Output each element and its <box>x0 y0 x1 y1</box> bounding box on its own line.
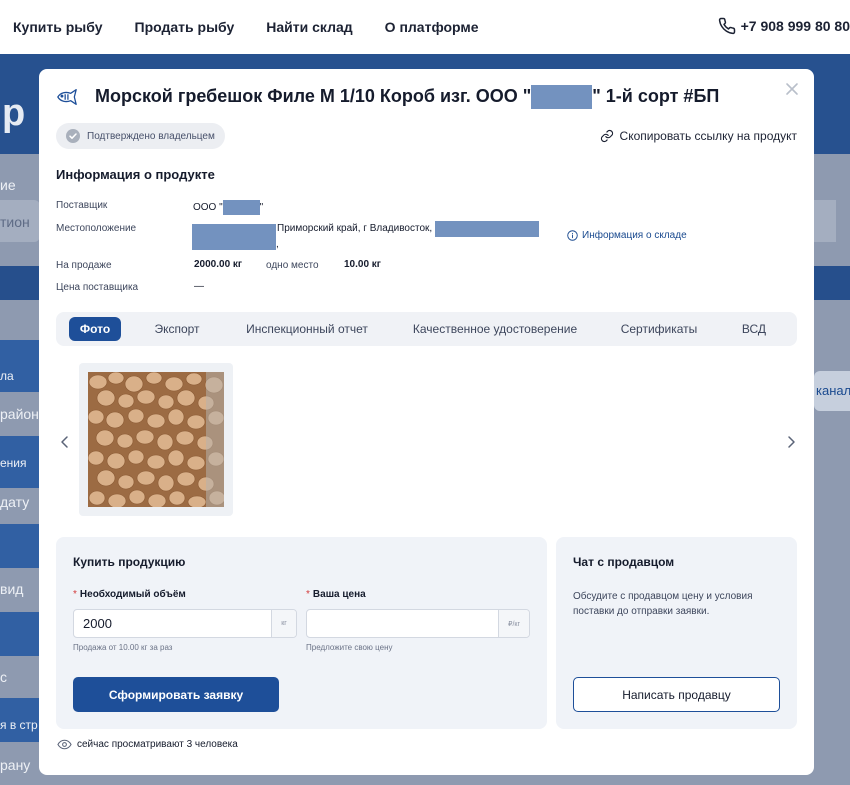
bg-text-fragment: рану <box>0 757 31 773</box>
required-marker: * <box>306 589 310 600</box>
title-prefix: Морской гребешок Филе М 1/10 Короб изг. … <box>95 85 532 106</box>
supplier-value: ООО " " <box>193 200 263 215</box>
location-label: Местоположение <box>56 223 137 234</box>
volume-label: * Необходимый объём <box>73 589 186 600</box>
eye-icon <box>57 739 72 750</box>
chat-panel-title: Чат с продавцом <box>573 555 675 569</box>
link-icon <box>600 129 613 143</box>
nav-about-platform[interactable]: О платформе <box>385 19 479 35</box>
redacted-block <box>435 221 539 237</box>
write-seller-button[interactable]: Написать продавцу <box>573 677 780 712</box>
volume-unit: кг <box>271 610 296 637</box>
price-field: ₽/кг <box>306 609 530 638</box>
product-photo-thumbnail[interactable] <box>79 363 233 516</box>
phone-icon <box>718 17 735 35</box>
redacted-block <box>531 85 593 109</box>
hero-title-fragment: р <box>2 92 26 134</box>
volume-field: кг <box>73 609 297 638</box>
supplier-prefix: ООО " <box>193 202 223 214</box>
bg-side-block <box>0 612 40 656</box>
on-sale-label: На продаже <box>56 260 112 271</box>
bg-text-fragment: дату <box>0 494 30 510</box>
nav-sell-fish[interactable]: Продать рыбу <box>135 19 235 35</box>
on-sale-value: 2000.00 кг <box>194 259 243 270</box>
copy-product-link[interactable]: Скопировать ссылку на продукт <box>600 129 797 143</box>
chevron-left-icon[interactable] <box>58 434 72 450</box>
viewers-indicator: сейчас просматривают 3 человека <box>57 739 238 750</box>
buy-panel-title: Купить продукцию <box>73 555 186 569</box>
redacted-block <box>192 224 276 250</box>
price-label: * Ваша цена <box>306 589 366 600</box>
copy-link-label: Скопировать ссылку на продукт <box>619 129 797 143</box>
volume-input[interactable] <box>74 610 273 637</box>
document-tabs: Фото Экспорт Инспекционный отчет Качеств… <box>56 312 797 346</box>
supplier-price-label: Цена поставщика <box>56 282 139 293</box>
close-icon[interactable] <box>784 81 800 97</box>
price-label-text: Ваша цена <box>312 589 366 600</box>
price-hint: Предложите свою цену <box>306 643 393 652</box>
nav-buy-fish[interactable]: Купить рыбу <box>13 19 103 35</box>
required-marker: * <box>73 589 77 600</box>
bg-text-fragment: тион <box>0 214 30 230</box>
bg-text-fragment: ения <box>0 456 27 470</box>
verified-label: Подтверждено владельцем <box>87 130 215 142</box>
phone-link[interactable]: +7 908 999 80 80 <box>718 17 850 35</box>
check-circle-icon <box>66 129 80 143</box>
bg-text-fragment: с <box>0 669 7 685</box>
chat-description: Обсудите с продавцом цену и условия пост… <box>573 591 753 617</box>
warehouse-info-link[interactable]: Информация о складе <box>567 230 687 241</box>
tab-inspection-report[interactable]: Инспекционный отчет <box>238 317 376 341</box>
bg-side-block <box>0 340 40 392</box>
one-place-value: 10.00 кг <box>344 259 381 270</box>
scallop-photo-image <box>88 372 224 507</box>
supplier-suffix: " <box>259 202 264 214</box>
redacted-block <box>222 200 260 215</box>
product-modal: Морской гребешок Филе М 1/10 Короб изг. … <box>39 69 814 775</box>
modal-header: Морской гребешок Филе М 1/10 Короб изг. … <box>56 85 719 109</box>
tab-export[interactable]: Экспорт <box>144 317 210 341</box>
phone-number: +7 908 999 80 80 <box>740 18 850 34</box>
product-photo <box>88 372 224 507</box>
warehouse-info-label: Информация о складе <box>582 230 687 241</box>
nav-find-warehouse[interactable]: Найти склад <box>266 19 352 35</box>
tab-quality-certificate[interactable]: Качественное удостоверение <box>406 317 584 341</box>
fish-icon <box>57 89 77 105</box>
volume-hint: Продажа от 10.00 кг за раз <box>73 643 173 652</box>
location-tail: , <box>276 239 279 250</box>
price-unit: ₽/кг <box>498 610 529 637</box>
top-navigation: Купить рыбу Продать рыбу Найти склад О п… <box>0 0 850 54</box>
one-place-label: одно место <box>266 260 319 271</box>
bg-side-block <box>0 524 40 568</box>
product-title: Морской гребешок Филе М 1/10 Короб изг. … <box>95 85 719 109</box>
product-info-title: Информация о продукте <box>56 167 215 182</box>
bg-text-fragment: я в стр <box>0 718 38 732</box>
buy-product-panel: Купить продукцию *Необходимый объём кг П… <box>56 537 547 729</box>
bg-text-fragment: вид <box>0 581 24 597</box>
tab-certificates[interactable]: Сертификаты <box>614 317 704 341</box>
location-value: Приморский край, г Владивосток, <box>277 223 433 234</box>
info-icon <box>567 230 578 241</box>
bg-channel-button: канал <box>814 371 850 411</box>
supplier-price-value: — <box>194 281 204 292</box>
bg-text-fragment: ла <box>0 369 14 383</box>
volume-label-text: Необходимый объём <box>79 589 186 600</box>
supplier-label: Поставщик <box>56 200 108 211</box>
price-input[interactable] <box>307 610 506 637</box>
viewers-text: сейчас просматривают 3 человека <box>77 739 238 750</box>
tab-vsd[interactable]: ВСД <box>734 317 774 341</box>
create-order-button[interactable]: Сформировать заявку <box>73 677 279 712</box>
seller-chat-panel: Чат с продавцом Обсудите с продавцом цен… <box>556 537 797 729</box>
chevron-right-icon[interactable] <box>784 434 798 450</box>
tab-photo[interactable]: Фото <box>69 317 121 341</box>
title-suffix: " 1-й сорт #БП <box>592 85 720 106</box>
verified-badge: Подтверждено владельцем <box>56 123 225 149</box>
bg-text-fragment: ие <box>0 177 16 193</box>
